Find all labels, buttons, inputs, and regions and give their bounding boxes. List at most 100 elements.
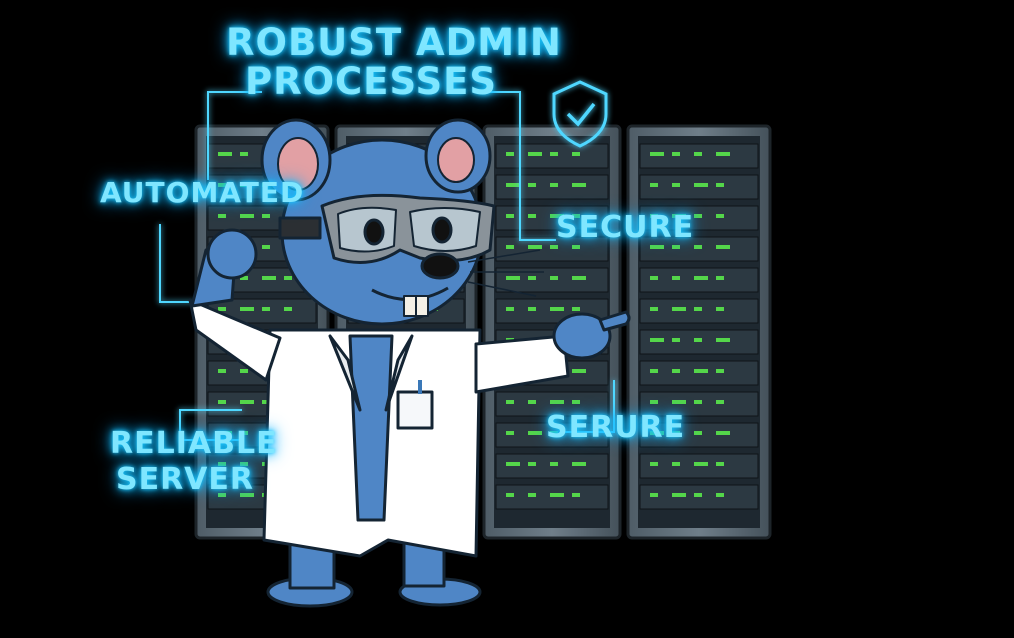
status-led	[528, 400, 536, 404]
status-led	[218, 214, 226, 218]
status-led	[550, 462, 558, 466]
status-led	[672, 493, 686, 497]
status-led	[694, 152, 702, 156]
status-led	[506, 462, 520, 466]
secure-label: SECURE	[556, 210, 695, 245]
title-line-2: PROCESSES	[244, 59, 498, 103]
status-led	[716, 369, 724, 373]
status-led	[650, 183, 658, 187]
status-led	[672, 462, 680, 466]
status-led	[506, 183, 520, 187]
status-led	[650, 462, 658, 466]
status-led	[694, 245, 702, 249]
status-led	[694, 338, 702, 342]
status-led	[240, 369, 248, 373]
status-led	[694, 462, 708, 466]
status-led	[506, 400, 514, 404]
status-led	[240, 307, 254, 311]
status-led	[528, 276, 536, 280]
status-led	[672, 338, 680, 342]
status-led	[716, 493, 724, 497]
status-led	[716, 431, 730, 435]
status-led	[572, 369, 586, 373]
status-led	[550, 245, 558, 249]
serure-label: SERURE	[546, 410, 686, 445]
status-led	[650, 369, 658, 373]
status-led	[672, 183, 680, 187]
status-led	[572, 400, 580, 404]
status-led	[506, 493, 514, 497]
status-led	[672, 276, 680, 280]
status-led	[716, 400, 724, 404]
status-led	[694, 400, 702, 404]
reliable-line-2: SERVER	[115, 462, 254, 497]
status-led	[528, 493, 536, 497]
status-led	[572, 462, 586, 466]
status-led	[572, 493, 580, 497]
status-led	[716, 462, 724, 466]
status-led	[218, 307, 226, 311]
status-led	[506, 152, 514, 156]
status-led	[506, 276, 520, 280]
status-led	[218, 400, 226, 404]
status-led	[694, 276, 708, 280]
status-led	[240, 400, 254, 404]
status-led	[650, 152, 664, 156]
status-led	[650, 245, 664, 249]
title-line-1: ROBUST ADMIN	[226, 21, 562, 64]
status-led	[506, 245, 514, 249]
status-led	[572, 152, 580, 156]
status-led	[550, 493, 564, 497]
status-led	[550, 400, 564, 404]
status-led	[694, 369, 708, 373]
reliable-server-label: RELIABLE SERVER	[110, 426, 278, 498]
status-led	[716, 152, 730, 156]
status-led	[716, 338, 730, 342]
status-led	[672, 245, 680, 249]
title-label: ROBUST ADMIN PROCESSES	[226, 21, 562, 103]
status-led	[240, 152, 248, 156]
status-led	[218, 369, 226, 373]
status-led	[716, 276, 724, 280]
status-led	[550, 152, 558, 156]
status-led	[672, 400, 686, 404]
status-led	[240, 214, 254, 218]
status-led	[572, 276, 586, 280]
status-led	[694, 214, 702, 218]
status-led	[528, 307, 536, 311]
status-led	[650, 307, 658, 311]
status-led	[262, 307, 270, 311]
status-led	[650, 338, 664, 342]
status-led	[528, 152, 542, 156]
status-led	[550, 276, 558, 280]
status-led	[694, 431, 702, 435]
status-led	[716, 307, 724, 311]
status-led	[262, 245, 270, 249]
status-led	[672, 152, 680, 156]
status-led	[528, 214, 536, 218]
status-led	[506, 307, 514, 311]
status-led	[528, 183, 536, 187]
status-led	[528, 462, 536, 466]
status-led	[218, 152, 232, 156]
status-led	[672, 369, 680, 373]
status-led	[716, 183, 724, 187]
status-led	[550, 307, 564, 311]
status-led	[572, 307, 580, 311]
status-led	[572, 183, 586, 187]
status-led	[694, 183, 708, 187]
status-led	[506, 214, 514, 218]
status-led	[528, 431, 542, 435]
reliable-line-1: RELIABLE	[110, 426, 278, 461]
status-led	[672, 307, 686, 311]
status-led	[650, 493, 658, 497]
automated-label: AUTOMATED	[100, 176, 305, 209]
status-led	[506, 431, 514, 435]
status-led	[694, 307, 702, 311]
status-led	[528, 245, 542, 249]
status-led	[262, 276, 276, 280]
status-led	[284, 307, 292, 311]
status-led	[650, 400, 658, 404]
status-led	[262, 214, 270, 218]
status-led	[572, 245, 580, 249]
